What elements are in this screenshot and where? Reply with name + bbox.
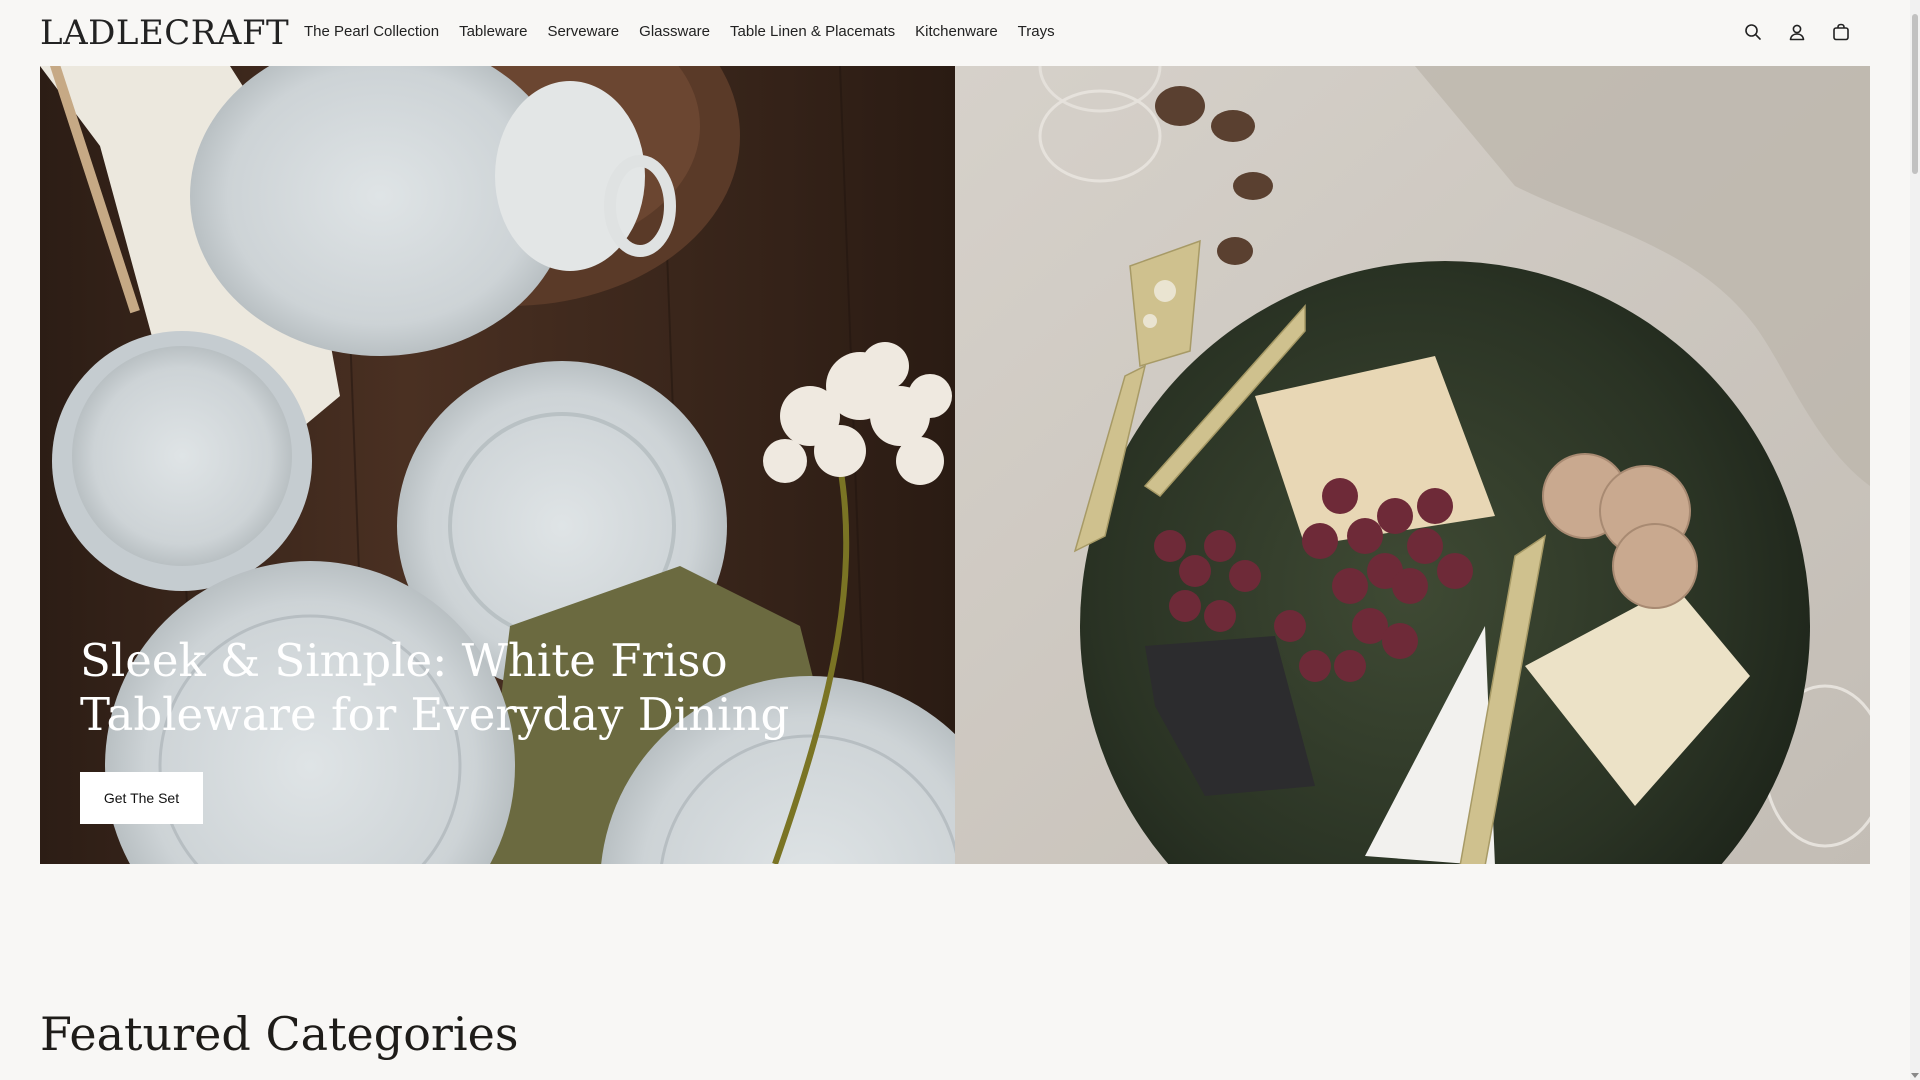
scroll-down-icon[interactable] <box>1911 1073 1919 1078</box>
hero-right-image[interactable] <box>955 66 1870 864</box>
nav-item-glassware[interactable]: Glassware <box>639 22 710 42</box>
hero-left-image[interactable]: Sleek & Simple: White Friso Tableware fo… <box>40 66 955 864</box>
scrollbar-thumb[interactable] <box>1912 14 1918 174</box>
get-the-set-button[interactable]: Get The Set <box>80 772 203 824</box>
nav-item-pearl-collection[interactable]: The Pearl Collection <box>304 22 439 42</box>
nav-item-table-linen[interactable]: Table Linen & Placemats <box>730 22 895 42</box>
page: LADLECRAFT The Pearl Collection Tablewar… <box>0 0 1920 1080</box>
header-actions <box>1742 20 1852 44</box>
featured-categories-title: Featured Categories <box>40 1007 519 1061</box>
hero-banner: Sleek & Simple: White Friso Tableware fo… <box>40 66 1870 864</box>
page-scrollbar[interactable] <box>1910 0 1920 1080</box>
bag-icon[interactable] <box>1830 20 1852 44</box>
nav-item-trays[interactable]: Trays <box>1018 22 1055 42</box>
main-nav: The Pearl Collection Tableware Serveware… <box>304 22 1075 42</box>
nav-item-tableware[interactable]: Tableware <box>459 22 527 42</box>
hero-heading: Sleek & Simple: White Friso Tableware fo… <box>80 634 790 741</box>
search-icon[interactable] <box>1742 20 1764 44</box>
nav-item-serveware[interactable]: Serveware <box>547 22 619 42</box>
site-header: LADLECRAFT The Pearl Collection Tablewar… <box>0 0 1910 66</box>
account-icon[interactable] <box>1786 20 1808 44</box>
nav-item-kitchenware[interactable]: Kitchenware <box>915 22 998 42</box>
brand-logo[interactable]: LADLECRAFT <box>40 10 289 56</box>
